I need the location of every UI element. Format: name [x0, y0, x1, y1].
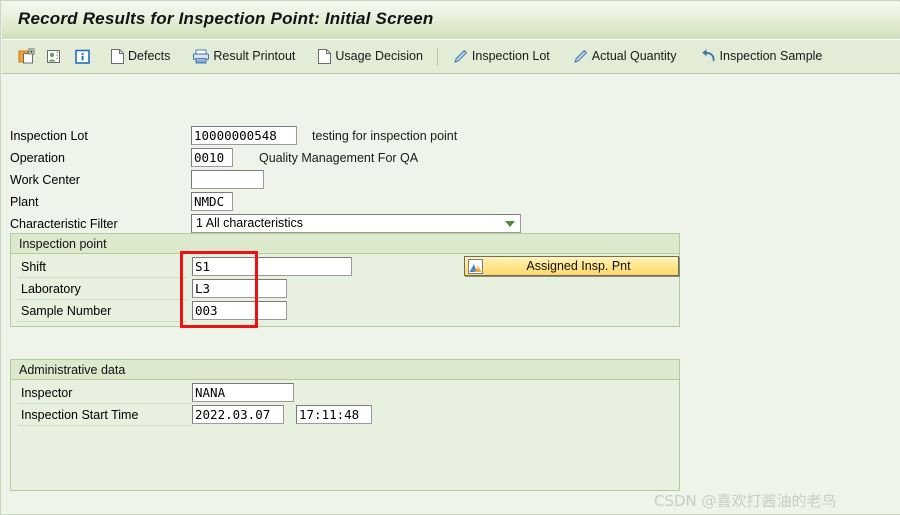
- printer-icon: [192, 48, 210, 65]
- toolbar-item-label: Inspection Lot: [471, 49, 550, 64]
- label-characteristic-filter: Characteristic Filter: [10, 217, 118, 231]
- toolbar-item-label: Usage Decision: [335, 49, 423, 64]
- toolbar-usage-decision-button[interactable]: Usage Decision: [311, 45, 429, 69]
- work-center-input[interactable]: [191, 170, 264, 189]
- label-laboratory: Laboratory: [21, 282, 81, 296]
- row-separator: [17, 277, 187, 278]
- label-shift: Shift: [21, 260, 47, 274]
- label-inspection-start-time: Inspection Start Time: [21, 408, 139, 422]
- sample-number-input[interactable]: 003: [192, 301, 287, 320]
- toolbar-inspection-sample-button[interactable]: Inspection Sample: [693, 45, 829, 69]
- inspection-point-group-header: Inspection point: [11, 234, 679, 254]
- toolbar-inspector-button[interactable]: [42, 45, 70, 69]
- label-sample-number: Sample Number: [21, 304, 112, 318]
- inspection-point-group: Inspection point Shift Laboratory Sample…: [10, 233, 680, 327]
- chevron-down-icon: [505, 221, 515, 227]
- label-plant: Plant: [10, 195, 39, 209]
- label-inspection-lot: Inspection Lot: [10, 129, 88, 143]
- undo-arrow-icon: [699, 48, 717, 65]
- operation-description: Quality Management For QA: [259, 151, 419, 165]
- sap-window: Record Results for Inspection Point: Ini…: [0, 0, 900, 515]
- row-separator: [17, 425, 192, 426]
- label-inspector: Inspector: [21, 386, 73, 400]
- characteristic-filter-value: 1 All characteristics: [196, 216, 303, 230]
- toolbar-result-printout-button[interactable]: Result Printout: [186, 45, 301, 69]
- document-icon: [110, 48, 125, 65]
- inspector-person-icon: [46, 48, 63, 65]
- administrative-data-group: Administrative data Inspector Inspection…: [10, 359, 680, 491]
- form-area: Inspection Lot 10000000548 testing for i…: [2, 75, 900, 514]
- assigned-insp-pnt-label: Assigned Insp. Pnt: [526, 259, 631, 273]
- toolbar-inspection-lot-button[interactable]: Inspection Lot: [446, 45, 556, 69]
- toolbar-item-label: Defects: [128, 49, 171, 64]
- pencil-icon: [452, 48, 469, 65]
- inspection-lot-input[interactable]: 10000000548: [191, 126, 297, 145]
- page-title: Record Results for Inspection Point: Ini…: [18, 9, 434, 28]
- label-work-center: Work Center: [10, 173, 80, 187]
- toolbar-defects-button[interactable]: Defects: [104, 45, 176, 69]
- row-separator: [17, 299, 187, 300]
- inspector-input[interactable]: NANA: [192, 383, 294, 402]
- plant-input[interactable]: NMDC: [191, 192, 233, 211]
- info-icon: [74, 48, 91, 65]
- watermark-text: CSDN @喜欢打酱油的老鸟: [654, 492, 837, 510]
- shift-input[interactable]: S1: [192, 257, 352, 276]
- operation-input[interactable]: 0010: [191, 148, 233, 167]
- toolbar-info-button[interactable]: [70, 45, 98, 69]
- label-operation: Operation: [10, 151, 65, 165]
- window-title-bar: Record Results for Inspection Point: Ini…: [2, 2, 900, 40]
- application-toolbar: Defects Result Printout Usage Decision I…: [2, 40, 900, 74]
- assigned-insp-pnt-button[interactable]: Assigned Insp. Pnt: [464, 256, 679, 276]
- pencil-icon: [572, 48, 589, 65]
- mountain-icon: [468, 259, 483, 277]
- administrative-data-group-title: Administrative data: [19, 363, 126, 377]
- inspection-point-group-title: Inspection point: [19, 237, 107, 251]
- toolbar-new-document-button[interactable]: [14, 45, 42, 69]
- inspection-start-time-input[interactable]: 17:11:48: [296, 405, 372, 424]
- toolbar-separator: [436, 47, 438, 66]
- toolbar-actual-quantity-button[interactable]: Actual Quantity: [566, 45, 683, 69]
- toolbar-item-label: Inspection Sample: [719, 49, 823, 64]
- laboratory-input[interactable]: L3: [192, 279, 287, 298]
- row-separator: [17, 403, 192, 404]
- new-document-icon: [18, 48, 35, 65]
- row-separator: [17, 321, 187, 322]
- inspection-start-date-input[interactable]: 2022.03.07: [192, 405, 284, 424]
- toolbar-item-label: Actual Quantity: [591, 49, 677, 64]
- characteristic-filter-dropdown[interactable]: 1 All characteristics: [191, 214, 521, 233]
- inspection-lot-description: testing for inspection point: [312, 129, 458, 143]
- toolbar-item-label: Result Printout: [213, 49, 296, 64]
- administrative-data-group-header: Administrative data: [11, 360, 679, 380]
- document-icon: [317, 48, 332, 65]
